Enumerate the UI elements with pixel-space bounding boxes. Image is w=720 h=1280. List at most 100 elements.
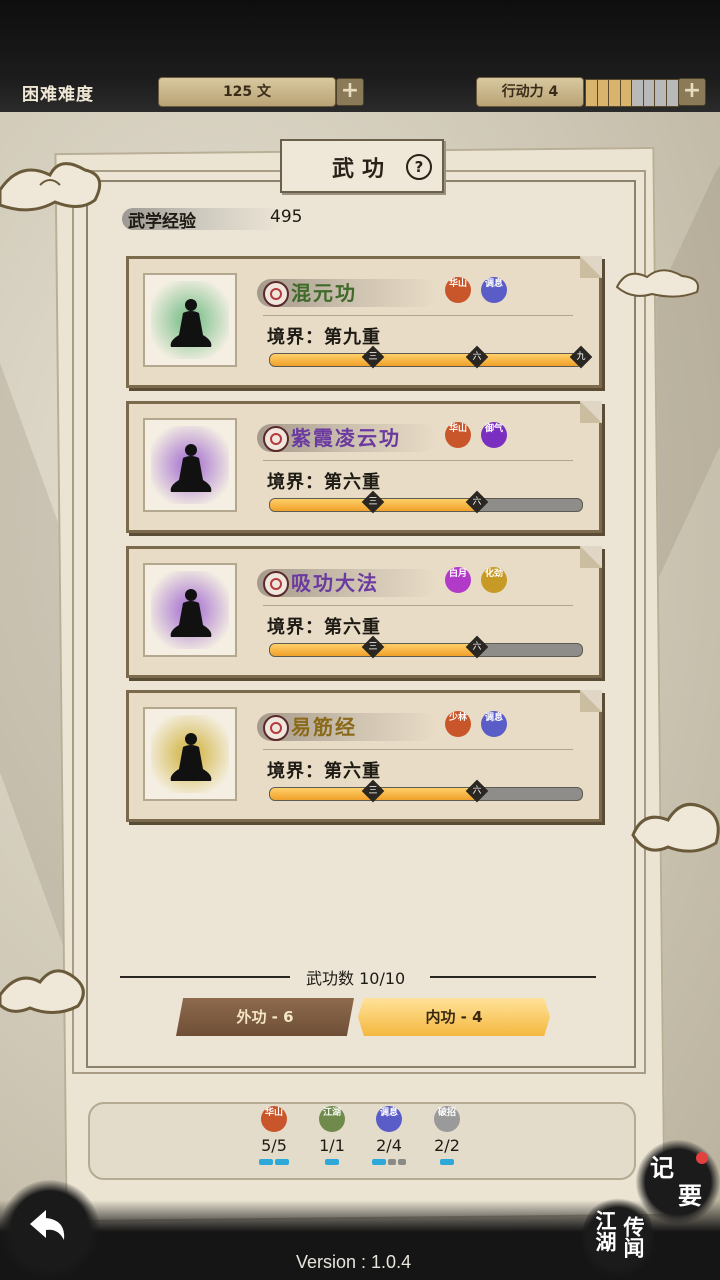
tick-label: 三 xyxy=(368,642,378,652)
experience-row: 武学经验 495 xyxy=(122,205,322,232)
notes-char-2: 要 xyxy=(678,1182,702,1210)
sect-stat: 破招 2/2 xyxy=(425,1106,469,1165)
skill-portrait xyxy=(143,707,237,801)
sect-badge: 调息 xyxy=(376,1106,402,1132)
skill-realm: 境界：第九重 xyxy=(267,327,381,348)
difficulty-label: 困难难度 xyxy=(22,85,94,105)
skill-type-icon xyxy=(263,715,289,741)
action-power-display: 行动力 4 xyxy=(476,77,584,107)
stat-pip xyxy=(440,1159,454,1165)
sect-stat-value: 1/1 xyxy=(319,1136,345,1155)
add-money-button[interactable]: + xyxy=(336,78,364,106)
skill-tag-badge: 华山 xyxy=(445,277,471,303)
realm-tick-marker: 六 xyxy=(465,490,489,514)
realm-tick-marker: 六 xyxy=(465,345,489,369)
realm-progress-bar xyxy=(269,643,583,657)
stat-pip xyxy=(325,1159,339,1165)
tick-label: 六 xyxy=(472,497,482,507)
skill-card[interactable]: 紫霞凌云功 华山 御气 境界：第六重三 六 xyxy=(126,401,602,533)
realm-tick-marker: 三 xyxy=(361,779,385,803)
skill-tag-badge: 化劲 xyxy=(481,567,507,593)
sect-badge: 华山 xyxy=(261,1106,287,1132)
portrait-background xyxy=(151,571,229,649)
stat-pip xyxy=(259,1159,273,1165)
skill-tag-badge: 调息 xyxy=(481,711,507,737)
skill-count-row: 武功数 10/10 xyxy=(120,965,596,989)
portrait-background xyxy=(151,281,229,359)
card-corner-fold xyxy=(580,256,602,278)
add-action-power-button[interactable]: + xyxy=(678,78,706,106)
skill-card[interactable]: 混元功 华山 调息 境界：第九重三 六 九 xyxy=(126,256,602,388)
skill-tag-badge: 少林 xyxy=(445,711,471,737)
back-button[interactable] xyxy=(0,1180,100,1280)
skill-card[interactable]: 易筋经 少林 调息 境界：第六重三 六 xyxy=(126,690,602,822)
stat-pips xyxy=(367,1159,411,1165)
divider xyxy=(263,605,573,606)
portrait-background xyxy=(151,426,229,504)
tab-inner-skills[interactable]: 内功 - 4 xyxy=(358,998,550,1036)
tick-label: 六 xyxy=(472,786,482,796)
sect-stat: 华山 5/5 xyxy=(252,1106,296,1165)
skill-type-icon xyxy=(263,426,289,452)
sect-stat-value: 2/2 xyxy=(434,1136,460,1155)
card-corner-fold xyxy=(580,401,602,423)
tick-label: 九 xyxy=(576,352,586,362)
tick-label: 三 xyxy=(368,786,378,796)
back-arrow-icon xyxy=(30,1210,65,1240)
rumors-label-1: 江湖 xyxy=(593,1210,617,1252)
meditating-figure-icon xyxy=(170,733,212,781)
skill-type-icon xyxy=(263,281,289,307)
divider xyxy=(430,976,596,978)
notification-dot xyxy=(696,1152,708,1164)
help-icon[interactable]: ? xyxy=(406,154,432,180)
skill-tag-badge: 华山 xyxy=(445,422,471,448)
stat-pip-empty xyxy=(388,1159,396,1165)
top-bar: 困难难度 125 文 + 行动力 4 + xyxy=(0,0,720,112)
experience-label: 武学经验 xyxy=(128,212,196,232)
rumors-button[interactable]: 江湖 传闻 xyxy=(582,1196,654,1280)
realm-tick-marker: 三 xyxy=(361,490,385,514)
meditating-figure-icon xyxy=(170,299,212,347)
realm-progress-bar xyxy=(269,498,583,512)
divider xyxy=(263,315,573,316)
title-box: 武功 ? xyxy=(280,139,444,193)
experience-value: 495 xyxy=(270,207,303,227)
sect-badge: 破招 xyxy=(434,1106,460,1132)
stat-pip xyxy=(372,1159,386,1165)
divider xyxy=(263,749,573,750)
skill-type-icon xyxy=(263,571,289,597)
skill-name: 易筋经 xyxy=(291,715,357,739)
realm-tick-marker: 九 xyxy=(569,345,593,369)
version-label: Version : 1.0.4 xyxy=(296,1252,412,1272)
skill-realm: 境界：第六重 xyxy=(267,617,381,638)
notes-char-1: 记 xyxy=(650,1154,674,1182)
stat-pip-empty xyxy=(398,1159,406,1165)
skill-portrait xyxy=(143,273,237,367)
skill-portrait xyxy=(143,418,237,512)
tick-label: 六 xyxy=(472,352,482,362)
stat-pips xyxy=(252,1159,296,1165)
realm-tick-marker: 六 xyxy=(465,779,489,803)
cloud-decoration xyxy=(615,269,699,298)
skill-tag-badge: 白月 xyxy=(445,567,471,593)
card-corner-fold xyxy=(580,546,602,568)
rumors-label-2: 传闻 xyxy=(621,1216,645,1258)
sect-stat-value: 5/5 xyxy=(261,1136,287,1155)
divider xyxy=(120,976,290,978)
skill-name: 吸功大法 xyxy=(291,571,379,595)
stat-pips xyxy=(310,1159,354,1165)
sect-stat: 江湖 1/1 xyxy=(310,1106,354,1165)
tick-label: 三 xyxy=(368,352,378,362)
meditating-figure-icon xyxy=(170,589,212,637)
skill-realm: 境界：第六重 xyxy=(267,472,381,493)
realm-tick-marker: 六 xyxy=(465,635,489,659)
action-power-segment xyxy=(665,79,679,107)
meditating-figure-icon xyxy=(170,444,212,492)
skill-card[interactable]: 吸功大法 白月 化劲境界：第六重三 六 xyxy=(126,546,602,678)
cloud-decoration xyxy=(631,802,720,853)
skill-count: 武功数 10/10 xyxy=(306,969,406,988)
tab-outer-skills[interactable]: 外功 - 6 xyxy=(176,998,354,1036)
realm-progress-bar xyxy=(269,353,583,367)
skill-portrait xyxy=(143,563,237,657)
notes-button[interactable]: 记 要 xyxy=(636,1140,720,1224)
